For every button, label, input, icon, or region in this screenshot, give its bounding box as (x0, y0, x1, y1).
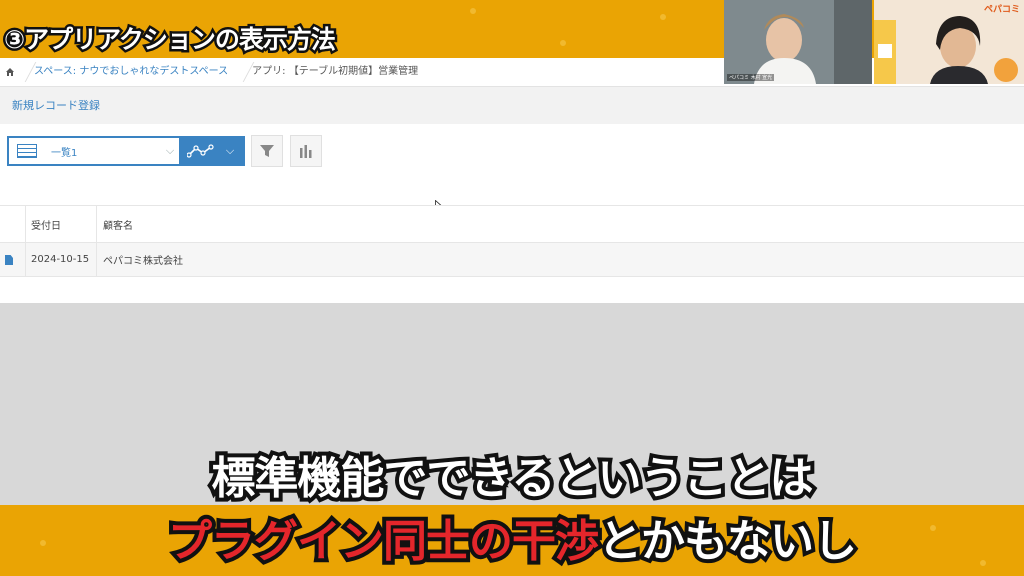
subtitle-rest: とかもないし (594, 512, 861, 571)
person-photo (724, 0, 872, 84)
filter-icon (260, 145, 274, 157)
subtitle-line-1: 標準機能でできるということは (207, 449, 817, 508)
webcam-presenter-1: ペパコミ 木村 宣光 (724, 0, 872, 84)
column-header-date[interactable]: 受付日 (31, 206, 61, 242)
decor-dot (560, 40, 566, 46)
view-select-label: 一覧1 (51, 147, 78, 159)
section-title: ③アプリアクションの表示方法 (2, 23, 339, 57)
graph-button[interactable] (290, 135, 322, 167)
record-header: 新規レコード登録 (0, 87, 1024, 124)
new-record-link[interactable]: 新規レコード登録 (12, 97, 100, 113)
column-header-customer[interactable]: 顧客名 (103, 206, 133, 242)
column-divider (25, 243, 26, 276)
subtitle-highlight: プラグイン同士の干渉 (164, 512, 603, 571)
brand-logo: ペパコミ (983, 5, 1020, 15)
table-list-icon (17, 144, 37, 158)
webcam-name-label: ペパコミ 木村 宣光 (727, 74, 775, 81)
bar-chart-icon (300, 145, 312, 158)
decor-dot (470, 8, 476, 14)
view-toolbar: 一覧1 ⌵ ⌵ (0, 124, 1024, 213)
breadcrumb-space[interactable]: スペース: ナウでおしゃれなデストスペース (20, 58, 238, 86)
record-table: 受付日 顧客名 2024-10-15 ペパコミ株式会社 (0, 205, 1024, 303)
breadcrumb-app[interactable]: アプリ: 【テーブル初期値】営業管理 (238, 58, 428, 86)
cell-date: 2024-10-15 (31, 254, 90, 265)
column-divider (25, 206, 26, 242)
webcam-presenter-2: ペパコミ (874, 0, 1024, 84)
column-divider (96, 243, 97, 276)
graph-select-button[interactable]: ⌵ (181, 136, 245, 166)
view-select[interactable]: 一覧1 ⌵ (7, 136, 181, 166)
video-frame: スペース: ナウでおしゃれなデストスペース アプリ: 【テーブル初期値】営業管理… (0, 0, 1024, 576)
kintone-screen: スペース: ナウでおしゃれなデストスペース アプリ: 【テーブル初期値】営業管理… (0, 58, 1024, 505)
record-detail-icon[interactable] (5, 255, 13, 265)
table-row[interactable]: 2024-10-15 ペパコミ株式会社 (0, 243, 1024, 277)
column-divider (96, 206, 97, 242)
table-header-row: 受付日 顧客名 (0, 205, 1024, 243)
cell-customer: ペパコミ株式会社 (103, 256, 183, 267)
chevron-down-icon: ⌵ (165, 144, 175, 157)
chevron-down-icon: ⌵ (225, 144, 235, 157)
filter-button[interactable] (251, 135, 283, 167)
decor-dot (660, 14, 666, 20)
line-graph-icon (187, 144, 214, 158)
subtitle-line-2: プラグイン同士の干渉とかもないし (0, 505, 1024, 571)
